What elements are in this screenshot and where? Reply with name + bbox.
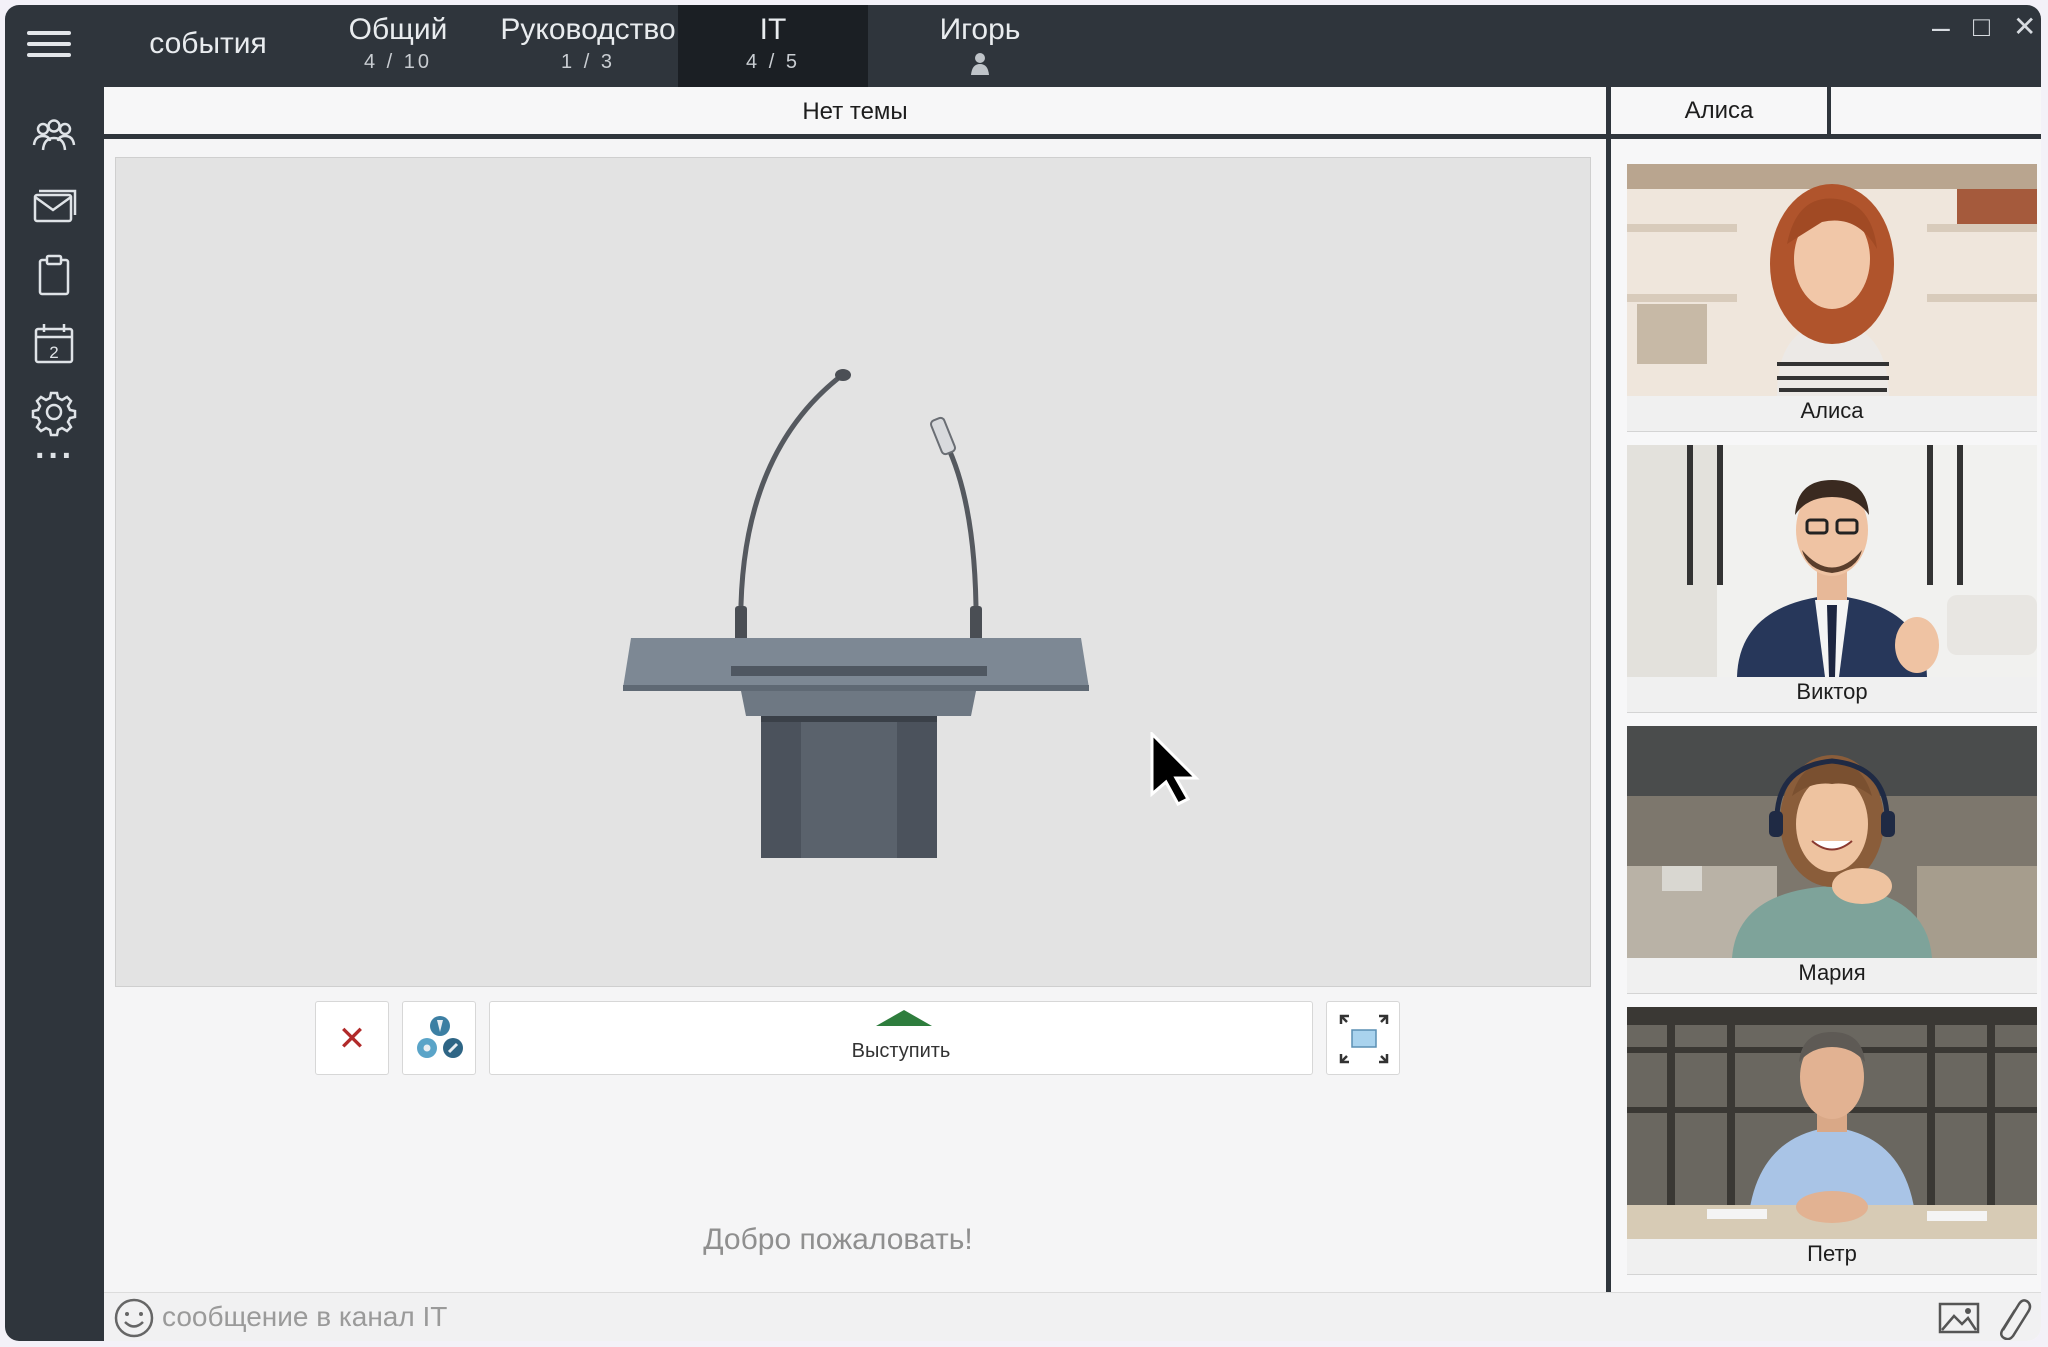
emoji-icon[interactable] [112,1296,156,1340]
mail-icon[interactable] [29,181,79,231]
left-rail: 2 ··· [5,87,104,1341]
participant-video [1627,726,2037,958]
app-window: события Общий 4 / 10 Руководство 1 / 3 I… [5,5,2041,1341]
message-input[interactable] [162,1299,1862,1335]
tab-it-count: 4 / 5 [746,51,800,73]
participant-video [1627,164,2037,396]
minimize-button[interactable]: – [1932,11,1950,43]
cancel-button[interactable]: ✕ [315,1001,389,1075]
tab-events[interactable]: события [123,5,293,87]
tab-it-label: IT [759,13,787,46]
tab-it[interactable]: IT 4 / 5 [678,5,868,87]
menu-icon[interactable] [27,31,71,61]
calendar-day: 2 [49,343,58,362]
participants-header: Алиса [1611,87,2041,139]
main-panel: Нет темы ✕ Выступить Добро пожаловать! [104,87,1606,1292]
participant-name: Мария [1798,960,1866,985]
share-button[interactable] [402,1001,476,1075]
tab-events-label: события [149,27,267,60]
tab-general-count: 4 / 10 [363,51,433,73]
participant-name: Алиса [1800,398,1864,423]
participant-name: Петр [1807,1241,1857,1266]
participant-video [1627,445,2037,677]
speak-button-label: Выступить [851,1040,951,1062]
tab-general[interactable]: Общий 4 / 10 [323,5,473,87]
tab-igor-label: Игорь [939,13,1021,46]
participant-tile[interactable]: Мария [1627,726,2037,994]
arrow-up-icon [876,1010,932,1026]
gear-icon[interactable] [29,387,79,437]
tab-management[interactable]: Руководство 1 / 3 [493,5,683,87]
image-icon[interactable] [1936,1298,1982,1338]
calendar-icon[interactable]: 2 [29,319,79,369]
top-bar: события Общий 4 / 10 Руководство 1 / 3 I… [5,5,2041,87]
participant-tile[interactable]: Алиса [1627,164,2037,432]
speak-button[interactable]: Выступить [489,1001,1313,1075]
tab-igor[interactable]: Игорь [905,5,1055,87]
speaker-stage [115,157,1591,987]
participants-panel: Алиса Алиса Виктор Мария Петр [1611,87,2041,1292]
attach-icon[interactable] [1989,1296,2033,1340]
user-icon [971,53,989,75]
chat-area: Добро пожаловать! [104,1085,1606,1292]
topic-bar: Нет темы [104,87,1606,139]
welcome-message: Добро пожаловать! [703,1223,973,1256]
clipboard-icon[interactable] [29,250,79,300]
podium-illustration [623,369,1089,858]
participant-video [1627,1007,2037,1239]
tab-management-count: 1 / 3 [561,51,615,73]
participant-tile[interactable]: Виктор [1627,445,2037,713]
message-bar [104,1292,2041,1341]
more-icon[interactable]: ··· [27,437,83,476]
close-icon: ✕ [337,1020,367,1058]
maximize-button[interactable]: □ [1973,11,1990,43]
participant-tile[interactable]: Петр [1627,1007,2037,1275]
participant-name: Виктор [1796,679,1868,704]
tab-general-label: Общий [348,13,448,46]
tab-management-label: Руководство [500,13,676,46]
close-window-button[interactable]: ✕ [2013,11,2036,43]
share-icon [417,1016,463,1058]
fullscreen-icon [1339,1014,1389,1064]
mouse-cursor-icon [1150,732,1200,806]
fullscreen-button[interactable] [1326,1001,1400,1075]
participant-tab[interactable]: Алиса [1611,87,1831,134]
users-icon[interactable] [29,112,79,162]
